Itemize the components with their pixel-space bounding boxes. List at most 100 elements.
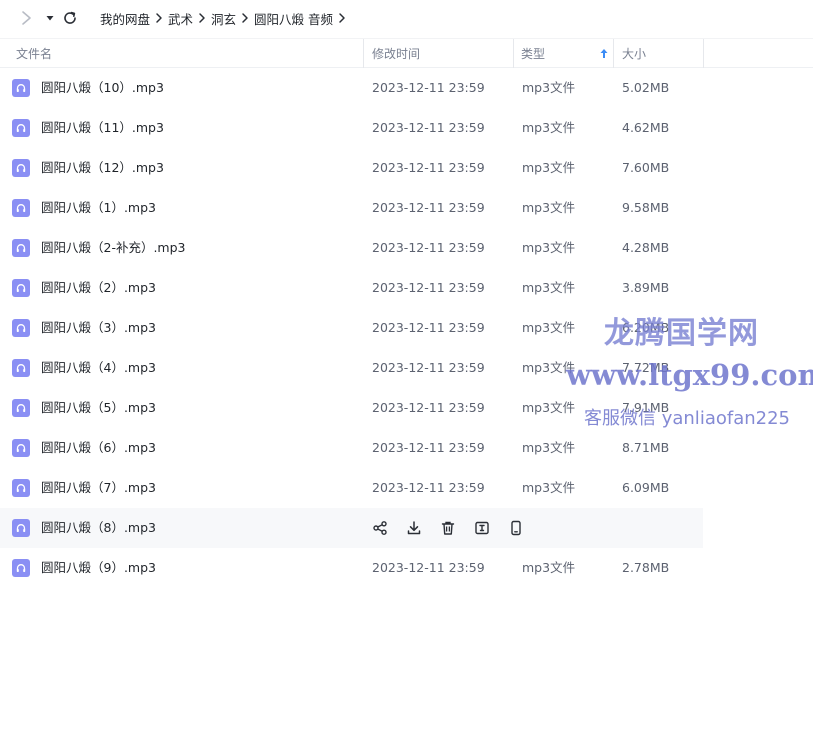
rename-icon[interactable] [472,518,492,538]
file-list-header: 文件名 修改时间 类型 大小 [0,38,813,68]
file-size: 6.20MB [622,320,670,335]
audio-file-icon [12,359,30,377]
audio-file-icon [12,239,30,257]
audio-file-icon [12,399,30,417]
column-divider[interactable] [363,39,364,68]
file-mtime: 2023-12-11 23:59 [372,280,485,295]
file-size: 4.28MB [622,240,670,255]
file-size: 7.60MB [622,160,670,175]
download-icon[interactable] [404,518,424,538]
file-name[interactable]: 圆阳八煅（7）.mp3 [41,468,156,508]
file-size: 4.62MB [622,120,670,135]
file-name[interactable]: 圆阳八煅（6）.mp3 [41,428,156,468]
delete-icon[interactable] [438,518,458,538]
file-type: mp3文件 [522,200,576,215]
file-mtime: 2023-12-11 23:59 [372,440,485,455]
file-row[interactable]: 圆阳八煅（2）.mp3 2023-12-11 23:59 mp3文件 3.89M… [0,268,703,308]
breadcrumb-item-wushu[interactable]: 武术 [168,9,193,28]
audio-file-icon [12,319,30,337]
file-size: 9.58MB [622,200,670,215]
file-name[interactable]: 圆阳八煅（1）.mp3 [41,188,156,228]
audio-file-icon [12,559,30,577]
file-row[interactable]: 圆阳八煅（12）.mp3 2023-12-11 23:59 mp3文件 7.60… [0,148,703,188]
file-name[interactable]: 圆阳八煅（2）.mp3 [41,268,156,308]
file-row[interactable]: 圆阳八煅（3）.mp3 2023-12-11 23:59 mp3文件 6.20M… [0,308,703,348]
file-type: mp3文件 [522,80,576,95]
file-mtime: 2023-12-11 23:59 [372,240,485,255]
file-row[interactable]: 圆阳八煅（11）.mp3 2023-12-11 23:59 mp3文件 4.62… [0,108,703,148]
file-size: 7.72MB [622,360,670,375]
file-row[interactable]: 圆阳八煅（1）.mp3 2023-12-11 23:59 mp3文件 9.58M… [0,188,703,228]
file-row[interactable]: 圆阳八煅（10）.mp3 2023-12-11 23:59 mp3文件 5.02… [0,68,703,108]
chevron-right-icon [333,12,351,24]
file-name[interactable]: 圆阳八煅（8）.mp3 [41,508,156,548]
file-size: 2.78MB [622,560,670,575]
file-mtime: 2023-12-11 23:59 [372,480,485,495]
file-row[interactable]: 圆阳八煅（5）.mp3 2023-12-11 23:59 mp3文件 7.91M… [0,388,703,428]
file-name[interactable]: 圆阳八煅（9）.mp3 [41,548,156,588]
file-type: mp3文件 [522,400,576,415]
file-type: mp3文件 [522,560,576,575]
chevron-right-icon [150,12,168,24]
file-mtime: 2023-12-11 23:59 [372,80,485,95]
audio-file-icon [12,159,30,177]
refresh-icon[interactable] [60,8,80,28]
column-divider[interactable] [703,39,704,68]
breadcrumb-item-root[interactable]: 我的网盘 [100,9,150,28]
audio-file-icon [12,479,30,497]
audio-file-icon [12,119,30,137]
file-name[interactable]: 圆阳八煅（2-补充）.mp3 [41,228,186,268]
file-mtime: 2023-12-11 23:59 [372,120,485,135]
file-row[interactable]: 圆阳八煅（2-补充）.mp3 2023-12-11 23:59 mp3文件 4.… [0,228,703,268]
file-type: mp3文件 [522,120,576,135]
file-type: mp3文件 [522,240,576,255]
file-name[interactable]: 圆阳八煅（3）.mp3 [41,308,156,348]
file-size: 7.91MB [622,400,670,415]
file-name[interactable]: 圆阳八煅（11）.mp3 [41,108,164,148]
file-mtime: 2023-12-11 23:59 [372,360,485,375]
column-header-name[interactable]: 文件名 [16,39,356,68]
file-row-hovered[interactable]: 圆阳八煅（8）.mp3 [0,508,703,548]
column-divider[interactable] [513,39,514,68]
file-type: mp3文件 [522,160,576,175]
back-icon[interactable] [16,8,36,28]
breadcrumb: 我的网盘 武术 洞玄 圆阳八煅 音频 [100,0,351,36]
chevron-right-icon [193,12,211,24]
breadcrumb-item-dongxuan[interactable]: 洞玄 [211,9,236,28]
file-row[interactable]: 圆阳八煅（7）.mp3 2023-12-11 23:59 mp3文件 6.09M… [0,468,703,508]
audio-file-icon [12,279,30,297]
file-row[interactable]: 圆阳八煅（4）.mp3 2023-12-11 23:59 mp3文件 7.72M… [0,348,703,388]
file-name[interactable]: 圆阳八煅（5）.mp3 [41,388,156,428]
file-mtime: 2023-12-11 23:59 [372,400,485,415]
file-type: mp3文件 [522,280,576,295]
file-mtime: 2023-12-11 23:59 [372,160,485,175]
file-mtime: 2023-12-11 23:59 [372,200,485,215]
chevron-right-icon [236,12,254,24]
file-type: mp3文件 [522,360,576,375]
file-row[interactable]: 圆阳八煅（6）.mp3 2023-12-11 23:59 mp3文件 8.71M… [0,428,703,468]
top-bar: 我的网盘 武术 洞玄 圆阳八煅 音频 [0,0,813,36]
file-size: 8.71MB [622,440,670,455]
audio-file-icon [12,519,30,537]
sort-ascending-icon[interactable] [598,47,610,61]
phone-icon[interactable] [506,518,526,538]
audio-file-icon [12,199,30,217]
share-icon[interactable] [370,518,390,538]
breadcrumb-item-current[interactable]: 圆阳八煅 音频 [254,9,333,28]
file-name[interactable]: 圆阳八煅（12）.mp3 [41,148,164,188]
file-type: mp3文件 [522,440,576,455]
row-actions [370,518,540,538]
file-name[interactable]: 圆阳八煅（10）.mp3 [41,68,164,108]
column-header-size[interactable]: 大小 [622,39,702,68]
history-dropdown-icon[interactable] [40,8,60,28]
file-type: mp3文件 [522,480,576,495]
file-row[interactable]: 圆阳八煅（9）.mp3 2023-12-11 23:59 mp3文件 2.78M… [0,548,703,588]
file-size: 5.02MB [622,80,670,95]
column-divider[interactable] [613,39,614,68]
file-size: 6.09MB [622,480,670,495]
file-size: 3.89MB [622,280,670,295]
column-header-mtime[interactable]: 修改时间 [372,39,502,68]
file-mtime: 2023-12-11 23:59 [372,320,485,335]
file-mtime: 2023-12-11 23:59 [372,560,485,575]
file-name[interactable]: 圆阳八煅（4）.mp3 [41,348,156,388]
